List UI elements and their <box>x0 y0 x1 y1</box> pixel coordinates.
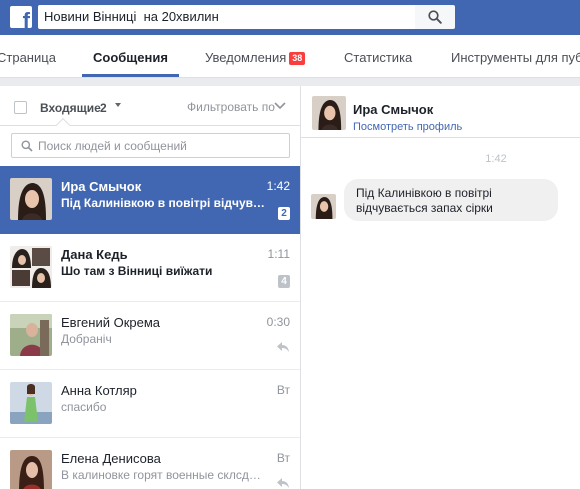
conversation-name: Евгений Окрема <box>61 315 161 330</box>
notifications-count-badge: 38 <box>289 52 306 65</box>
caret-down-icon[interactable] <box>115 103 121 107</box>
search-button[interactable] <box>415 5 455 29</box>
global-search-input[interactable]: Новини Вінниці на 20хвилин <box>38 5 415 29</box>
tab-publishing-tools[interactable]: Инструменты для пуб <box>451 50 580 65</box>
inbox-header: Входящие 2 Фильтровать по <box>0 86 300 126</box>
conversation-item-elena-denisova[interactable]: Елена Денисова В калиновке горят военные… <box>0 438 300 489</box>
conversation-name: Анна Котляр <box>61 383 137 398</box>
avatar <box>10 382 52 424</box>
conversation-item-evgeniy-okrema[interactable]: Евгений Окрема Добраніч 0:30 <box>0 302 300 370</box>
view-profile-link[interactable]: Посмотреть профиль <box>353 121 462 133</box>
unread-count-badge: 4 <box>278 275 290 288</box>
conversation-time: Вт <box>276 383 290 397</box>
avatar <box>10 450 52 489</box>
filter-dropdown[interactable]: Фильтровать по <box>187 100 275 114</box>
conversation-search-input[interactable] <box>38 137 284 155</box>
inbox-unread-count: 2 <box>100 101 107 115</box>
conversation-time: 0:30 <box>266 315 290 329</box>
avatar <box>10 246 52 288</box>
tab-notifications-label: Уведомления <box>205 50 287 65</box>
tab-insights[interactable]: Статистика <box>344 50 412 65</box>
facebook-logo-letter: f <box>22 8 30 29</box>
conversation-snippet: Добраніч <box>61 332 112 346</box>
conversation-time: Вт <box>276 451 290 465</box>
conversation-snippet: Шо там з Вінниці виїжати <box>61 264 213 278</box>
tab-messages[interactable]: Сообщения <box>93 50 168 65</box>
conversation-name: Ира Смычок <box>61 179 142 194</box>
conversation-list-panel: Входящие 2 Фильтровать по Ира Смычок Під… <box>0 86 301 489</box>
avatar <box>311 194 336 219</box>
avatar[interactable] <box>312 96 346 130</box>
conversation-snippet: Під Калинівкою в повітрі відчуває… <box>61 196 266 210</box>
conversation-snippet: спасибо <box>61 400 107 414</box>
inbox-folder-dropdown[interactable]: Входящие <box>40 101 101 115</box>
conversation-search[interactable] <box>11 133 290 158</box>
top-navigation-bar: f Новини Вінниці на 20хвилин <box>0 0 580 35</box>
avatar <box>10 314 52 356</box>
chevron-down-icon[interactable] <box>274 102 286 110</box>
unread-count-badge: 2 <box>278 207 290 220</box>
reply-icon <box>277 478 289 488</box>
search-icon <box>428 10 442 24</box>
select-all-checkbox[interactable] <box>14 101 27 114</box>
search-icon <box>21 140 33 152</box>
divider <box>0 125 300 126</box>
conversation-header: Ира Смычок Посмотреть профиль <box>301 86 580 138</box>
conversation-item-anna-kotlyar[interactable]: Анна Котляр спасибо Вт <box>0 370 300 438</box>
conversation-name: Елена Денисова <box>61 451 161 466</box>
tab-notifications[interactable]: Уведомления 38 <box>205 50 306 65</box>
message-bubble: Під Калинівкою в повітрі відчувається за… <box>344 179 558 221</box>
reply-icon <box>277 342 289 352</box>
active-tab-indicator <box>82 74 179 77</box>
contact-name[interactable]: Ира Смычок <box>353 102 433 117</box>
conversation-time: 1:11 <box>267 247 290 261</box>
conversation-name: Дана Кедь <box>61 247 128 262</box>
conversation-detail-panel: Ира Смычок Посмотреть профиль 1:42 Під К… <box>301 86 580 489</box>
conversation-time: 1:42 <box>266 179 290 193</box>
page-tab-bar: Страница Сообщения Уведомления 38 Статист… <box>0 35 580 78</box>
facebook-logo-icon[interactable]: f <box>10 6 32 28</box>
avatar <box>10 178 52 220</box>
message-timestamp: 1:42 <box>485 153 507 165</box>
conversation-snippet: В калиновке горят военные склсды.... <box>61 468 266 482</box>
tab-page[interactable]: Страница <box>0 50 56 65</box>
conversation-item-dana-ked[interactable]: Дана Кедь Шо там з Вінниці виїжати 1:11 … <box>0 234 300 302</box>
conversation-item-ira-smychok[interactable]: Ира Смычок Під Калинівкою в повітрі відч… <box>0 166 300 234</box>
